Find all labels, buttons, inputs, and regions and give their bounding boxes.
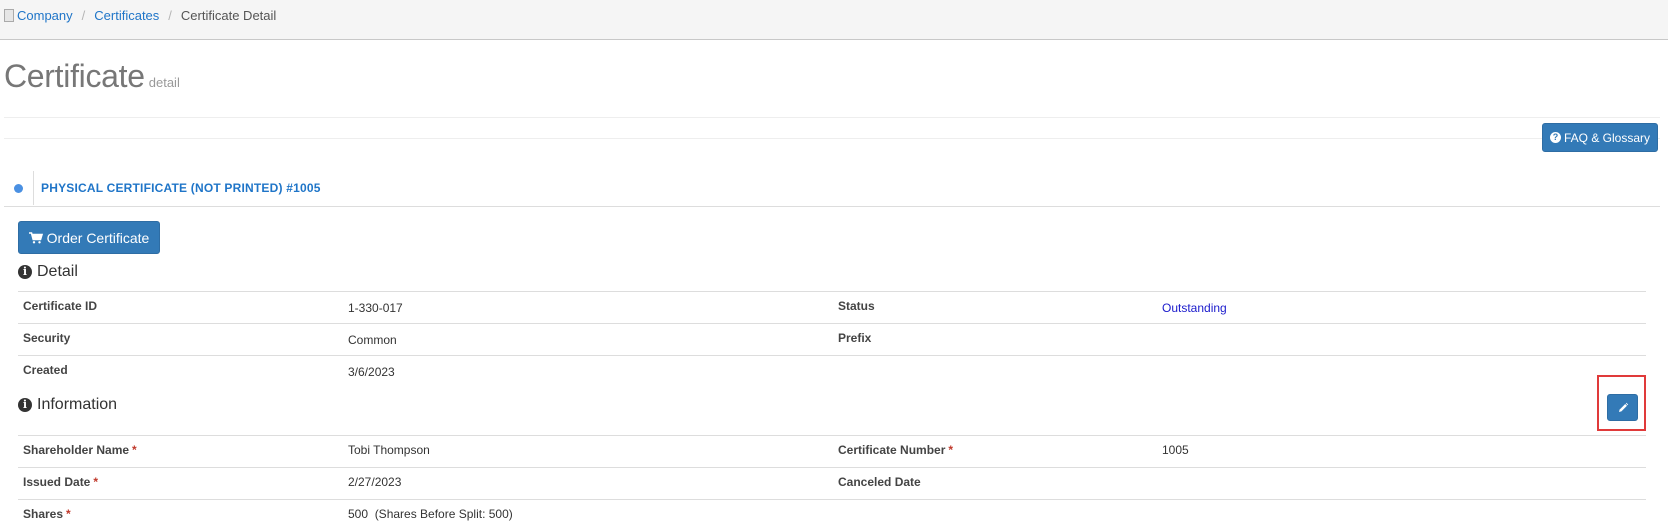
question-circle-icon: ? xyxy=(1549,132,1561,143)
cart-icon xyxy=(28,231,43,243)
created-label: Created xyxy=(23,363,68,377)
faq-glossary-button[interactable]: ? FAQ & Glossary xyxy=(1542,123,1658,152)
divider xyxy=(4,138,1660,139)
detail-row-certificate-id: Certificate ID 1-330-017 Status Outstand… xyxy=(18,291,1646,323)
required-marker: * xyxy=(66,507,71,521)
highlight-box xyxy=(1597,375,1646,431)
info-row-shares: Shares * 500 (Shares Before Split: 500) xyxy=(18,499,1646,528)
building-icon xyxy=(4,9,14,22)
required-marker: * xyxy=(948,443,954,457)
security-value: Common xyxy=(348,333,397,347)
info-circle-icon: i xyxy=(18,398,32,412)
shares-label: Shares * xyxy=(23,507,71,521)
tab-divider xyxy=(33,171,34,205)
issued-date-label-text: Issued Date xyxy=(23,475,91,489)
shareholder-name-value: Tobi Thompson xyxy=(348,443,430,457)
security-label: Security xyxy=(23,331,71,345)
information-heading-text: Information xyxy=(37,396,118,413)
status-value[interactable]: Outstanding xyxy=(1162,301,1227,315)
issued-date-label: Issued Date * xyxy=(23,475,98,489)
breadcrumb-separator: / xyxy=(168,8,172,23)
breadcrumb-certificates-link[interactable]: Certificates xyxy=(94,8,159,23)
breadcrumb-separator: / xyxy=(81,8,86,23)
info-row-shareholder: Shareholder Name * Tobi Thompson Certific… xyxy=(18,435,1646,467)
canceled-date-label: Canceled Date xyxy=(838,475,921,489)
shares-value: 500 (Shares Before Split: 500) xyxy=(348,507,513,521)
page-title-text: Certificate xyxy=(4,58,145,94)
required-marker: * xyxy=(132,443,137,457)
shares-label-text: Shares xyxy=(23,507,64,521)
prefix-label: Prefix xyxy=(838,331,872,345)
certificate-number-value: 1005 xyxy=(1162,443,1189,457)
order-certificate-label: Order Certificate xyxy=(46,229,150,246)
info-row-issued-date: Issued Date * 2/27/2023 Canceled Date xyxy=(18,467,1646,499)
status-label: Status xyxy=(838,299,875,313)
divider xyxy=(4,117,1660,118)
detail-heading: i Detail xyxy=(18,263,78,281)
detail-heading-text: Detail xyxy=(37,263,78,280)
certificate-tab[interactable]: PHYSICAL CERTIFICATE (NOT PRINTED) #1005 xyxy=(4,169,1660,207)
shareholder-name-label: Shareholder Name * xyxy=(23,443,137,457)
shareholder-name-label-text: Shareholder Name xyxy=(23,443,130,457)
required-marker: * xyxy=(93,475,99,489)
detail-row-security: Security Common Prefix xyxy=(18,323,1646,355)
page-title: Certificate detail xyxy=(4,58,180,95)
certificate-tab-title: PHYSICAL CERTIFICATE (NOT PRINTED) #1005 xyxy=(41,181,321,195)
certificate-id-value: 1-330-017 xyxy=(348,301,403,315)
active-dot-icon xyxy=(14,184,23,193)
page-subtitle: detail xyxy=(148,75,180,90)
breadcrumb-company-link[interactable]: Company xyxy=(17,8,73,23)
certificate-number-label-text: Certificate Number xyxy=(838,443,946,457)
certificate-number-label: Certificate Number * xyxy=(838,443,953,457)
information-heading: i Information xyxy=(18,396,117,414)
issued-date-value: 2/27/2023 xyxy=(348,475,402,489)
faq-button-label: FAQ & Glossary xyxy=(1563,130,1651,145)
order-certificate-button[interactable]: Order Certificate xyxy=(18,221,160,254)
created-value: 3/6/2023 xyxy=(348,365,395,379)
breadcrumb: Company / Certificates / Certificate Det… xyxy=(4,8,276,23)
breadcrumb-bar: Company / Certificates / Certificate Det… xyxy=(0,0,1668,40)
breadcrumb-current: Certificate Detail xyxy=(180,8,277,23)
detail-row-created: Created 3/6/2023 xyxy=(18,355,1646,387)
info-circle-icon: i xyxy=(18,265,32,279)
certificate-id-label: Certificate ID xyxy=(23,299,98,313)
